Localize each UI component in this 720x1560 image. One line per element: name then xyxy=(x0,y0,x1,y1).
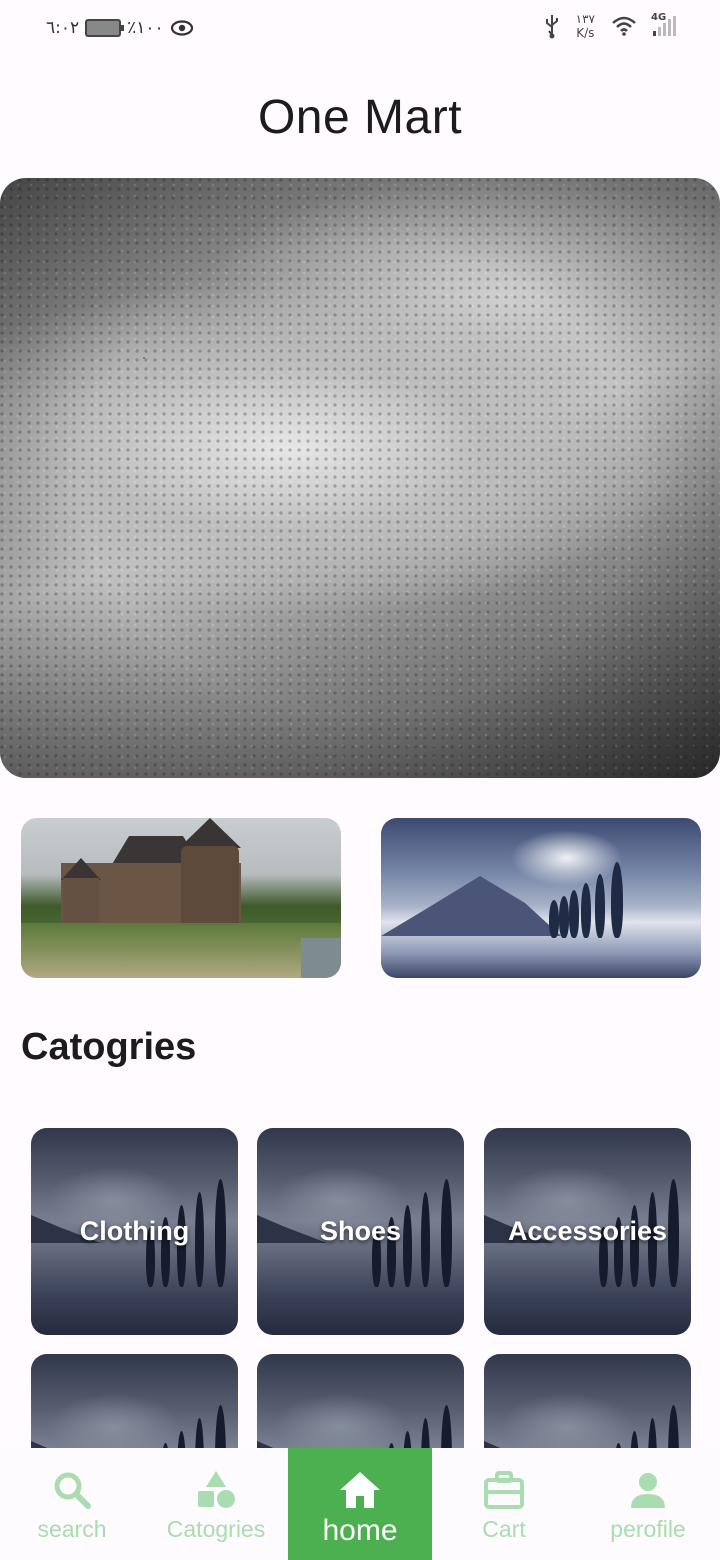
hero-banner-image[interactable] xyxy=(0,178,720,778)
categories-grid: Clothing Shoes Accessories xyxy=(31,1128,691,1448)
bottom-navigation: search Catogries home Cart perofile xyxy=(0,1448,720,1560)
castle-tower-left xyxy=(63,878,99,928)
network-speed-value: ١٣٧ xyxy=(575,12,595,26)
nav-item-categories[interactable]: Catogries xyxy=(144,1448,288,1560)
nav-item-profile[interactable]: perofile xyxy=(576,1448,720,1560)
battery-level: ٪١٠٠ xyxy=(127,18,164,38)
category-card-accessories[interactable]: Accessories xyxy=(484,1128,691,1335)
cell-signal: 4G xyxy=(651,12,676,36)
network-type: 4G xyxy=(651,12,667,23)
person-icon xyxy=(626,1468,670,1512)
promo-banner-castle[interactable] xyxy=(21,818,341,978)
winter-tree xyxy=(559,896,569,938)
winter-tree xyxy=(595,874,605,938)
status-bar: ٦:٠٢ ٪١٠٠ ١٣٧ K/s 4G xyxy=(0,0,720,60)
shapes-icon xyxy=(194,1468,238,1512)
category-card[interactable] xyxy=(484,1354,691,1448)
nav-item-cart[interactable]: Cart xyxy=(432,1448,576,1560)
wifi-icon xyxy=(612,16,636,36)
search-icon xyxy=(50,1468,94,1512)
category-label xyxy=(257,1354,464,1448)
eye-icon xyxy=(170,20,193,36)
castle-grass xyxy=(21,923,341,978)
winter-tree xyxy=(611,862,623,938)
app-title: One Mart xyxy=(257,91,463,144)
category-label: Shoes xyxy=(319,1216,402,1246)
nav-label: search xyxy=(37,1516,107,1542)
winter-tree xyxy=(549,900,559,938)
nav-label: perofile xyxy=(610,1516,686,1542)
promo-banner-winter[interactable] xyxy=(381,818,701,978)
home-icon xyxy=(338,1468,382,1512)
winter-tree xyxy=(581,883,591,938)
battery-icon xyxy=(85,19,125,37)
category-label xyxy=(31,1354,238,1448)
nav-item-home[interactable]: home xyxy=(288,1448,432,1560)
nav-label: Catogries xyxy=(166,1516,266,1542)
network-speed: ١٣٧ K/s xyxy=(576,12,595,40)
castle-water xyxy=(301,938,341,978)
nav-item-search[interactable]: search xyxy=(0,1448,144,1560)
category-card[interactable] xyxy=(257,1354,464,1448)
category-label xyxy=(484,1354,691,1448)
category-label: Accessories xyxy=(507,1216,668,1246)
briefcase-icon xyxy=(482,1468,526,1512)
category-card[interactable] xyxy=(31,1354,238,1448)
categories-heading: Catogries xyxy=(21,1026,197,1068)
castle-roof-left xyxy=(61,858,101,880)
castle-roof-right xyxy=(179,818,241,848)
winter-mountain xyxy=(381,876,561,936)
category-label: Clothing xyxy=(79,1216,190,1246)
nav-label: home xyxy=(322,1514,398,1547)
category-card-shoes[interactable]: Shoes xyxy=(257,1128,464,1335)
nav-label: Cart xyxy=(482,1516,526,1542)
usb-icon xyxy=(545,15,558,39)
category-card-clothing[interactable]: Clothing xyxy=(31,1128,238,1335)
status-time: ٦:٠٢ xyxy=(46,18,80,38)
status-right: ١٣٧ K/s 4G xyxy=(544,12,676,40)
winter-tree xyxy=(569,890,579,938)
status-left: ٦:٠٢ ٪١٠٠ xyxy=(46,18,194,38)
network-speed-unit: K/s xyxy=(576,26,595,40)
